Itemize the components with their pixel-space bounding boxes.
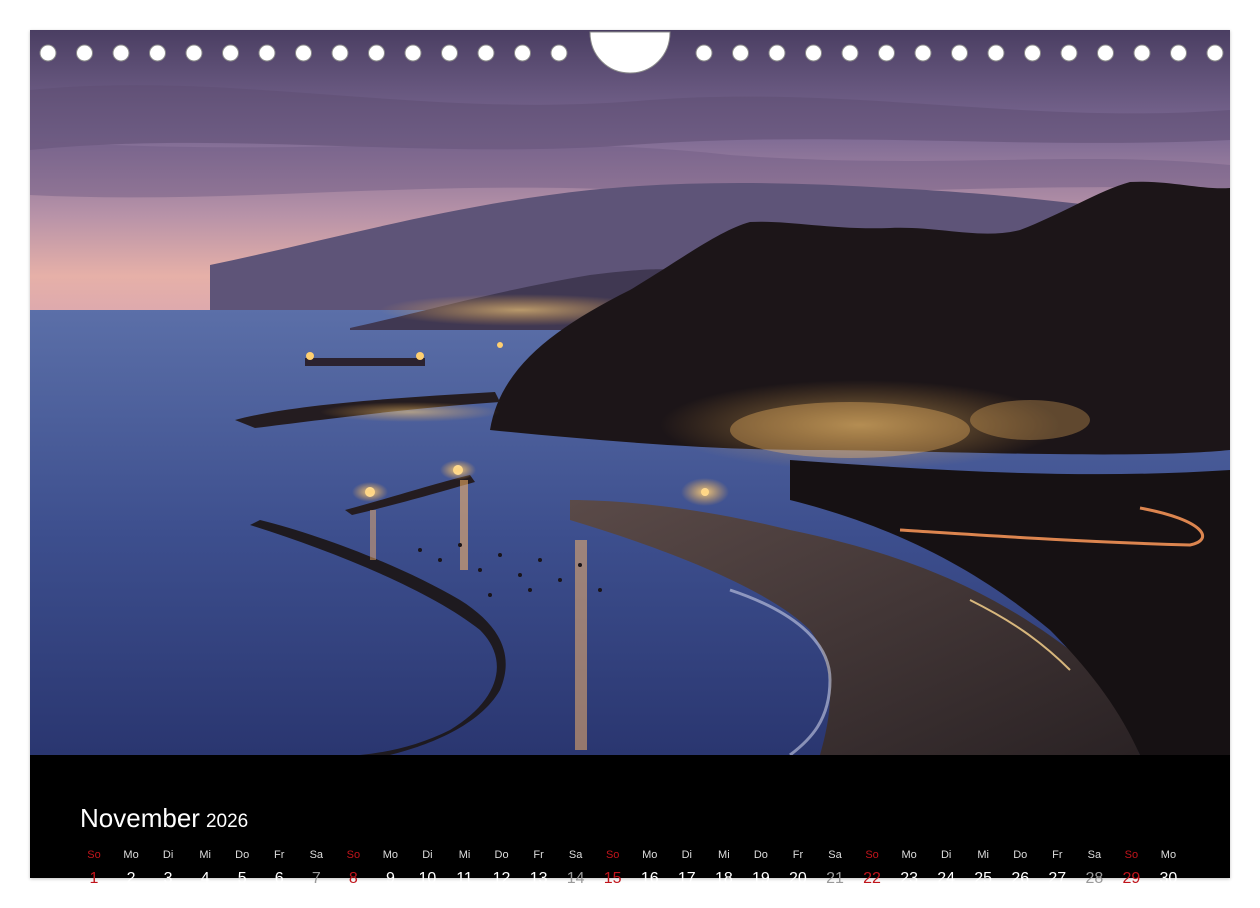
- day-cell: So 29: [1113, 848, 1149, 888]
- day-cell: Fr 6: [261, 848, 297, 888]
- day-cell: Do 19: [743, 848, 779, 888]
- weekday-label: Sa: [309, 849, 324, 861]
- day-number: 26: [1011, 870, 1030, 887]
- weekday-label: Fr: [533, 849, 544, 861]
- weekday-label: Mi: [458, 849, 471, 861]
- month-year: 2026: [205, 811, 249, 832]
- day-number: 6: [274, 870, 284, 887]
- day-cell: Mo 30: [1150, 848, 1186, 888]
- day-number: 22: [863, 870, 881, 887]
- day-number: 30: [1159, 870, 1178, 887]
- weekday-label: Sa: [568, 849, 583, 861]
- day-cell: Mi 18: [706, 848, 742, 888]
- day-cell: Mo 23: [891, 848, 927, 888]
- weekday-label: So: [865, 849, 879, 861]
- day-number: 18: [714, 870, 733, 887]
- day-cell: Mo 9: [372, 848, 408, 888]
- weekday-label: Mo: [901, 849, 917, 861]
- weekday-label: Di: [940, 849, 952, 861]
- day-cell: So 1: [76, 848, 112, 888]
- weekday-label: Fr: [274, 849, 285, 861]
- weekday-label: Do: [494, 849, 509, 861]
- day-number: 27: [1048, 870, 1067, 887]
- day-number: 21: [826, 870, 844, 887]
- day-number: 16: [640, 870, 659, 887]
- day-number: 11: [456, 870, 473, 887]
- day-cell: Di 10: [409, 848, 445, 888]
- weekday-label: Sa: [828, 849, 842, 861]
- weekday-label: Mo: [123, 849, 139, 861]
- weekday-label: Mi: [199, 849, 211, 861]
- day-number: 15: [603, 870, 622, 887]
- day-number: 7: [311, 870, 321, 887]
- weekday-label: Sa: [1087, 849, 1102, 861]
- weekday-label: So: [1124, 849, 1139, 861]
- month-title: November 2026: [80, 803, 248, 834]
- day-number: 9: [385, 870, 395, 887]
- landscape-photo: [30, 30, 1230, 755]
- day-cell: So 8: [335, 848, 371, 888]
- day-number: 25: [974, 870, 993, 887]
- weekday-label: So: [87, 849, 101, 861]
- day-number: 28: [1085, 870, 1104, 887]
- day-cell: Mi 11: [447, 848, 483, 888]
- day-number: 12: [492, 870, 511, 887]
- day-cell: Mi 25: [965, 848, 1001, 888]
- weekday-label: Mo: [382, 849, 399, 861]
- day-number: 24: [937, 870, 956, 887]
- day-number: 2: [126, 870, 136, 887]
- day-cell: Di 24: [928, 848, 964, 888]
- weekday-label: Do: [1013, 849, 1028, 861]
- weekday-label: So: [346, 849, 361, 861]
- weekday-label: Do: [235, 849, 250, 861]
- day-cell: Mi 4: [187, 848, 223, 888]
- day-cell: Mo 16: [632, 848, 668, 888]
- day-cell: Di 17: [669, 848, 705, 888]
- weekday-label: Mi: [718, 849, 730, 861]
- calendar-strip: November 2026 So 1 Mo 2 Di 3 Mi 4 Do 5 Fr 6 Sa 7 So 8 Mo 9…: [30, 755, 1230, 887]
- day-cell: Sa 7: [298, 848, 334, 888]
- day-number: 3: [163, 870, 173, 887]
- day-cell: Sa 14: [558, 848, 594, 888]
- day-number: 8: [348, 870, 358, 887]
- day-number: 20: [789, 870, 807, 887]
- night-coast-scene: [30, 30, 1230, 755]
- day-cell: Mo 2: [113, 848, 149, 888]
- weekday-label: Mo: [1160, 849, 1177, 861]
- day-cell: So 22: [854, 848, 890, 888]
- weekday-label: Di: [162, 849, 174, 861]
- day-number: 4: [200, 870, 210, 887]
- day-cell: Di 3: [150, 848, 186, 888]
- day-number: 29: [1122, 870, 1141, 887]
- day-cell: Do 12: [484, 848, 520, 888]
- day-number: 23: [900, 870, 918, 887]
- day-cell: Do 5: [224, 848, 260, 888]
- weekday-label: Mi: [977, 849, 989, 861]
- weekday-label: Di: [422, 849, 433, 861]
- day-cell: Do 26: [1002, 848, 1038, 888]
- day-cell: Sa 21: [817, 848, 853, 888]
- weekday-label: Fr: [792, 849, 804, 861]
- weekday-label: Fr: [1052, 849, 1063, 861]
- day-number: 1: [89, 870, 99, 887]
- day-cell: So 15: [595, 848, 631, 888]
- calendar-page: November 2026 So 1 Mo 2 Di 3 Mi 4 Do 5 Fr 6 Sa 7 So 8 Mo 9…: [30, 30, 1230, 887]
- day-number: 19: [751, 870, 770, 887]
- day-number: 10: [418, 870, 437, 887]
- day-number: 14: [566, 870, 585, 887]
- weekday-label: Do: [753, 849, 768, 861]
- day-number: 13: [529, 870, 548, 887]
- day-cell: Fr 27: [1039, 848, 1075, 888]
- day-cell: Sa 28: [1076, 848, 1112, 888]
- day-cell: Fr 13: [521, 848, 557, 888]
- month-name: November: [80, 803, 200, 833]
- day-number: 5: [237, 870, 247, 887]
- weekday-label: So: [605, 849, 620, 861]
- day-number: 17: [677, 870, 696, 887]
- weekday-label: Mo: [642, 849, 658, 861]
- weekday-label: Di: [681, 849, 692, 861]
- day-cell: Fr 20: [780, 848, 816, 888]
